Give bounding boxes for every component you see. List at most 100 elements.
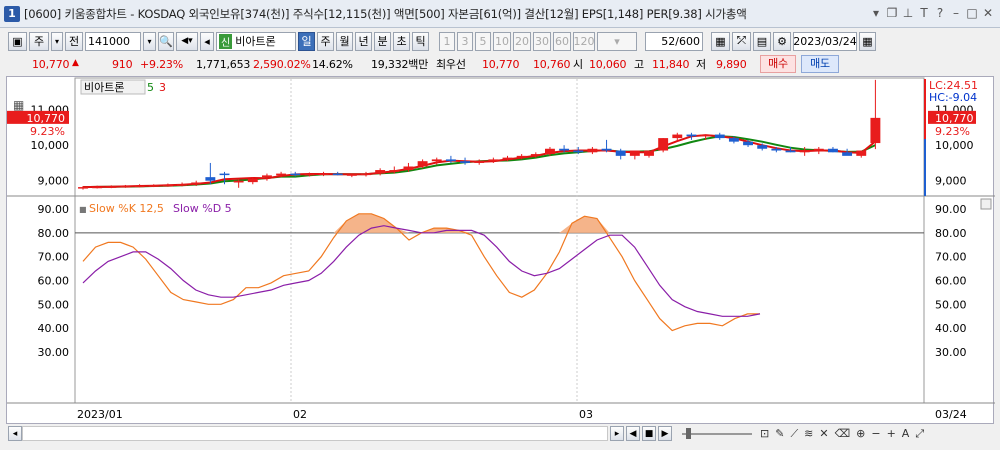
minute-5[interactable]: 5 <box>475 31 491 51</box>
candle-body <box>530 154 541 156</box>
candle-body <box>276 173 287 176</box>
date-input[interactable]: 2023/03/24 <box>793 31 857 51</box>
interval-month[interactable]: 월 <box>336 31 353 51</box>
stoch-tick-right: 60.00 <box>935 275 967 288</box>
low-price: 9,890 <box>716 57 747 71</box>
chart-area[interactable]: 2023/01 02 03 03/24 11,000 11,000 10,000 10,000… <box>6 76 995 425</box>
play-icon[interactable]: ▶ <box>658 426 672 441</box>
buy-button[interactable]: 매수 <box>760 55 796 73</box>
price-type-button[interactable]: 전 <box>65 31 83 51</box>
restore-icon[interactable]: ❐ <box>886 6 898 20</box>
sell-button[interactable]: 매도 <box>801 55 839 73</box>
grid-icon[interactable]: ▦ <box>711 31 730 51</box>
stock-name-field[interactable]: 신 비아트론 <box>216 31 296 51</box>
minute-120[interactable]: 120 <box>573 31 595 51</box>
zoom-in-icon[interactable]: + <box>887 427 896 441</box>
font-size-icon[interactable]: A <box>902 427 910 441</box>
open-label: 시 <box>573 58 583 71</box>
chart-type-icon[interactable]: ⤱ <box>732 31 751 51</box>
candle-body <box>78 187 88 189</box>
interval-minute[interactable]: 분 <box>374 31 391 51</box>
current-price-tag-right-text: 10,770 <box>935 112 974 125</box>
bottom-toolbar: ◂ ▸ ◀ ■ ▶ ⊡ ✎ ⟋ ≋ ✕ ⌫ ⊕ − + A ⤢ <box>0 424 1000 444</box>
interval-second[interactable]: 초 <box>393 31 410 51</box>
minute-20[interactable]: 20 <box>513 31 531 51</box>
expand-icon[interactable]: ⤢ <box>915 427 924 441</box>
price-tick-left: 10,000 <box>31 139 70 152</box>
candle-body <box>488 159 499 162</box>
candle-body <box>403 166 414 171</box>
toolbar: ▣ 주 ▾ 전 141000 ▾ 🔍 ◀▾ ◂ 신 비아트론 일 주 월 년 분… <box>0 29 1000 53</box>
search-icon[interactable]: 🔍 <box>158 31 174 51</box>
turnover-rate: 14.62% <box>312 57 353 71</box>
minimize-icon[interactable]: – <box>950 6 962 20</box>
stoch-tick-left: 60.00 <box>38 275 70 288</box>
stoch-tick-left: 50.00 <box>38 298 70 311</box>
stop-icon[interactable]: ■ <box>642 426 656 441</box>
up-arrow-icon: ▲ <box>72 58 79 68</box>
horizontal-scrollbar-track[interactable] <box>22 426 608 441</box>
stoch-tick-left: 30.00 <box>38 346 70 359</box>
period-dropdown-icon[interactable]: ▾ <box>51 31 63 51</box>
interval-tick[interactable]: 틱 <box>412 31 429 51</box>
crosshair-icon[interactable]: ⊡ <box>760 427 769 441</box>
period-select[interactable]: 주 <box>29 31 49 51</box>
best-bid: 10,760 <box>533 57 571 71</box>
rewind-icon[interactable]: ◀ <box>626 426 640 441</box>
pct-tag-right: 9.23% <box>935 125 970 138</box>
ma-legend-3: 3 <box>159 81 166 94</box>
trade-amount: 19,332백만 <box>371 58 429 71</box>
pencil-icon[interactable]: ✎ <box>775 427 784 441</box>
stock-code-input[interactable]: 141000 <box>85 31 141 51</box>
candle-body <box>148 185 159 187</box>
eraser-icon[interactable]: ⌫ <box>835 427 851 441</box>
close-icon[interactable]: ✕ <box>982 6 994 20</box>
candle-body <box>672 134 683 139</box>
speed-slider[interactable] <box>682 433 752 435</box>
interval-week[interactable]: 주 <box>317 31 334 51</box>
speed-slider-handle[interactable] <box>686 428 691 439</box>
scroll-right-icon[interactable]: ▸ <box>610 426 624 441</box>
candle-body <box>559 148 570 151</box>
minute-1[interactable]: 1 <box>439 31 455 51</box>
minute-30[interactable]: 30 <box>533 31 551 51</box>
zoom-out-icon[interactable]: − <box>871 427 880 441</box>
candle-body <box>842 152 853 156</box>
save-icon[interactable]: ▤ <box>753 31 771 51</box>
interval-day[interactable]: 일 <box>298 31 315 51</box>
minute-3[interactable]: 3 <box>457 31 473 51</box>
custom-period-select[interactable]: ▾ <box>597 31 637 51</box>
candle-body <box>162 184 173 187</box>
prev-stock-icon[interactable]: ◂ <box>200 31 214 51</box>
best-ask: 10,770 <box>482 57 520 71</box>
trendline-icon[interactable]: ⟋ <box>790 427 798 441</box>
current-price: 10,770 <box>32 57 70 71</box>
new-badge: 신 <box>219 33 233 49</box>
candle-body <box>177 184 188 186</box>
count-field[interactable]: 52/600 <box>645 31 703 51</box>
chart-canvas[interactable]: 2023/01 02 03 03/2411,000 11,00010,000 10,000… <box>7 77 995 425</box>
change-percent: +9.23% <box>140 57 183 71</box>
candle-body <box>431 159 442 162</box>
speaker-icon[interactable]: ◀▾ <box>176 31 198 51</box>
candle-body <box>813 148 824 151</box>
help-icon[interactable]: ? <box>934 6 946 20</box>
code-dropdown-icon[interactable]: ▾ <box>143 31 156 51</box>
gear-icon[interactable]: ⚙ <box>773 31 791 51</box>
dropdown-icon[interactable]: ▾ <box>870 6 882 20</box>
calendar-icon[interactable]: ▦ <box>859 31 876 51</box>
maximize-icon[interactable]: □ <box>966 6 978 20</box>
title-bar: 1 [0600] 키움종합차트 - KOSDAQ 외국인보유[374(천)] 주… <box>0 0 1000 28</box>
minute-60[interactable]: 60 <box>553 31 571 51</box>
pin-icon[interactable]: ⊥ <box>902 6 914 20</box>
scroll-left-icon[interactable]: ◂ <box>8 426 22 441</box>
minute-10[interactable]: 10 <box>493 31 511 51</box>
window-number-badge: 1 <box>4 5 20 22</box>
candle-body <box>870 117 881 144</box>
zoom-icon[interactable]: ⊕ <box>856 427 865 441</box>
text-tool-icon[interactable]: ✕ <box>819 427 828 441</box>
interval-year[interactable]: 년 <box>355 31 372 51</box>
chart-settings-icon[interactable]: ▣ <box>8 31 27 51</box>
fibonacci-icon[interactable]: ≋ <box>804 427 813 441</box>
font-icon[interactable]: T <box>918 6 930 20</box>
